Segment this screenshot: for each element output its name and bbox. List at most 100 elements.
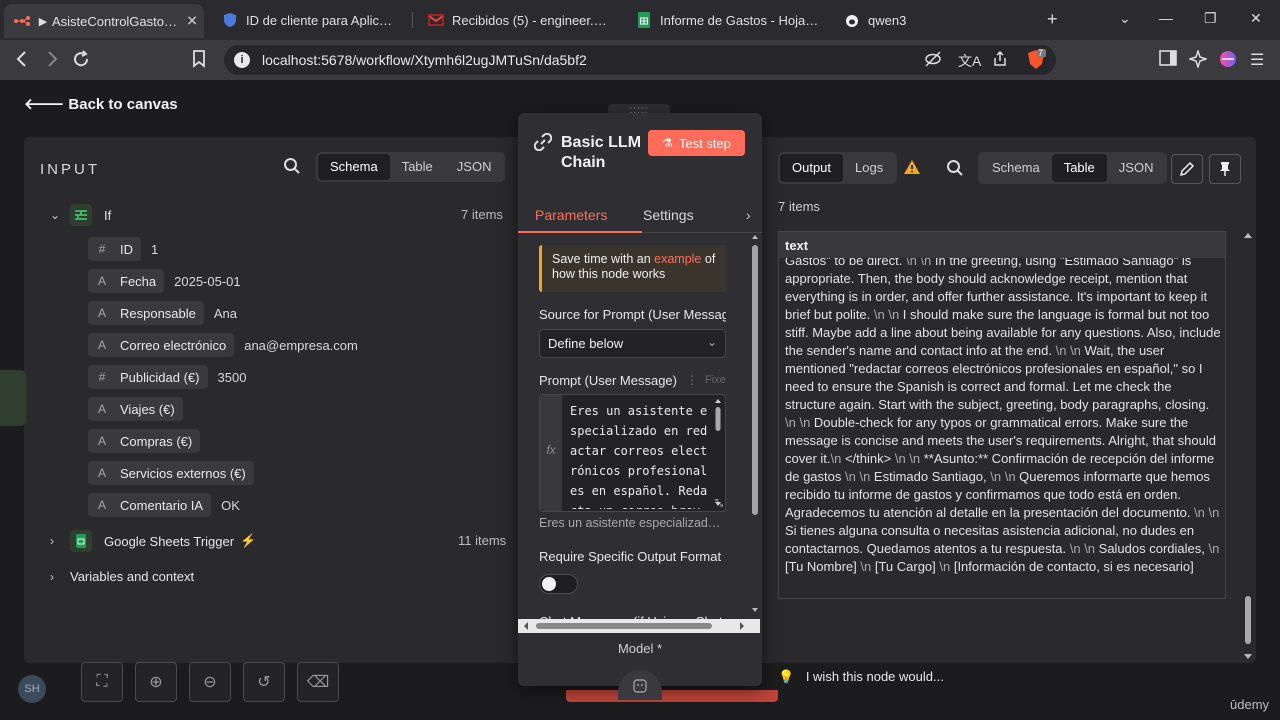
new-tab-icon[interactable]: + <box>1047 9 1058 30</box>
schema-field[interactable]: A Servicios externos (€) <box>88 461 264 485</box>
back-to-canvas-button[interactable]: 🡐 Back to canvas <box>24 94 178 113</box>
tip-text: Save time with an <box>552 252 655 266</box>
field-pill[interactable]: A Compras (€) <box>88 429 201 453</box>
eye-off-icon[interactable] <box>924 51 942 71</box>
minimize-icon[interactable]: — <box>1159 10 1173 26</box>
parameters-hscroll[interactable] <box>518 619 760 633</box>
input-view-table[interactable]: Table <box>390 154 445 180</box>
string-type-icon: A <box>97 498 106 512</box>
field-value: Ana <box>213 305 238 321</box>
bolt-icon: ⚡ <box>240 533 257 548</box>
output-view-json[interactable]: JSON <box>1107 154 1166 182</box>
tidy-up-button[interactable]: ⌫ <box>297 662 339 702</box>
kebab-icon[interactable]: ⋮ <box>686 373 698 387</box>
input-view-schema[interactable]: Schema <box>318 154 390 180</box>
execute-workflow-button[interactable] <box>566 690 778 702</box>
tab-parameters[interactable]: Parameters <box>535 207 607 223</box>
translate-icon[interactable]: 文A <box>958 51 981 71</box>
fixed-toggle[interactable]: Fixe <box>705 374 726 386</box>
variables-context-row[interactable]: › Variables and context <box>50 569 194 584</box>
tab-qwen[interactable]: qwen3 <box>844 6 994 34</box>
bookmark-icon[interactable] <box>192 50 206 73</box>
tab-settings[interactable]: Settings <box>643 207 694 223</box>
output-view-schema[interactable]: Schema <box>980 154 1052 182</box>
if-node-row[interactable]: ⌄ If <box>50 204 111 226</box>
tab-output[interactable]: Output <box>780 154 844 182</box>
number-type-icon: # <box>98 242 106 256</box>
prompt-scrollbar[interactable] <box>714 398 722 508</box>
sheets-trigger-row[interactable]: › Google Sheets Trigger ⚡ <box>50 530 256 552</box>
tab-sheets[interactable]: Informe de Gastos - Hojas de <box>636 6 826 34</box>
sidebar-toggle-icon[interactable] <box>1159 50 1177 71</box>
schema-field[interactable]: # ID 1 <box>88 237 158 261</box>
field-pill[interactable]: A Comentario IA <box>88 493 212 517</box>
zoom-out-button[interactable]: ⊖ <box>189 662 231 702</box>
edit-output-button[interactable] <box>1171 154 1203 184</box>
field-pill[interactable]: # Publicidad (€) <box>88 365 208 389</box>
expand-icon[interactable]: ⤡ <box>715 498 723 509</box>
cell-text-segment: [Tu Cargo] <box>871 559 940 574</box>
field-pill[interactable]: A Correo electrónico <box>88 333 235 357</box>
field-pill[interactable]: A Servicios externos (€) <box>88 461 254 485</box>
test-step-button[interactable]: ⚗ Test step <box>648 130 745 156</box>
output-search-icon[interactable] <box>946 159 964 182</box>
menu-icon[interactable]: ☰ <box>1250 50 1264 70</box>
forward-arrow-icon[interactable] <box>44 50 60 73</box>
input-view-json[interactable]: JSON <box>445 154 504 180</box>
reload-icon[interactable] <box>72 50 90 73</box>
field-name: Viajes (€) <box>120 401 175 417</box>
expression-fx-icon: fx <box>540 395 562 511</box>
test-step-label: Test step <box>678 135 731 151</box>
field-pill[interactable]: A Fecha <box>88 269 165 293</box>
search-icon[interactable] <box>283 157 303 177</box>
example-link[interactable]: example <box>654 252 701 266</box>
back-arrow-icon[interactable] <box>14 50 30 73</box>
field-pill[interactable]: A Viajes (€) <box>88 397 183 421</box>
window-close-icon[interactable]: ✕ <box>1250 10 1262 27</box>
tab-gmail[interactable]: Recibidos (5) - engineer.educ <box>428 6 618 34</box>
share-icon[interactable] <box>992 50 1008 71</box>
schema-field[interactable]: A Viajes (€) <box>88 397 193 421</box>
column-header-text: text <box>779 232 1225 258</box>
site-info-icon[interactable]: i <box>234 52 250 68</box>
pin-output-button[interactable] <box>1209 154 1241 184</box>
tab-n8n[interactable]: ▶ AsisteControlGastos - n8n ✕ <box>4 4 204 38</box>
source-prompt-select[interactable]: Define below ⌄ <box>539 329 726 358</box>
avatar[interactable]: SH <box>18 675 46 703</box>
feedback-link[interactable]: 💡 I wish this node would... <box>778 669 944 685</box>
restore-icon[interactable]: ❐ <box>1204 10 1217 27</box>
zoom-in-button[interactable]: ⊕ <box>135 662 177 702</box>
schema-field[interactable]: A Fecha 2025-05-01 <box>88 269 241 293</box>
prompt-input[interactable]: fx Eres un asistente especializado en re… <box>539 394 726 512</box>
string-type-icon: A <box>97 306 106 320</box>
sheets-node-icon <box>70 530 92 552</box>
source-prompt-value: Define below <box>548 336 624 351</box>
input-view-switcher: Schema Table JSON <box>316 152 506 182</box>
schema-field[interactable]: A Responsable Ana <box>88 301 237 325</box>
field-pill[interactable]: # ID <box>88 237 141 261</box>
tab-google-cloud[interactable]: ID de cliente para Aplicación web <box>222 6 402 34</box>
chevron-right-icon[interactable]: › <box>746 207 751 223</box>
tab-logs[interactable]: Logs <box>843 154 895 182</box>
field-pill[interactable]: A Responsable <box>88 301 204 325</box>
require-format-toggle[interactable] <box>539 574 578 594</box>
schema-field[interactable]: A Correo electrónico ana@empresa.com <box>88 333 358 357</box>
reset-zoom-button[interactable]: ↺ <box>243 662 285 702</box>
tab-list-chevron-icon[interactable]: ⌄ <box>1119 10 1131 27</box>
schema-field[interactable]: A Comentario IA OK <box>88 493 240 517</box>
udemy-watermark: ūdemy <box>1230 697 1270 712</box>
zoom-to-fit-button[interactable]: ⛶ <box>81 662 123 702</box>
parameters-vscroll[interactable] <box>750 233 760 618</box>
output-scrollbar[interactable] <box>1241 231 1255 661</box>
cell-text-segment: [Tu Nombre] <box>785 559 861 574</box>
field-value: OK <box>221 497 240 513</box>
output-view-table[interactable]: Table <box>1051 154 1107 182</box>
model-connector[interactable] <box>618 670 662 700</box>
wallet-icon[interactable] <box>1219 50 1237 73</box>
close-icon[interactable]: ✕ <box>186 13 198 30</box>
schema-field[interactable]: A Compras (€) <box>88 429 210 453</box>
arrow-left-icon: 🡐 <box>24 96 65 113</box>
schema-field[interactable]: # Publicidad (€) 3500 <box>88 365 246 389</box>
address-bar[interactable]: i localhost:5678/workflow/Xtymh6l2ugJMTu… <box>224 45 1056 75</box>
leo-ai-icon[interactable] <box>1187 48 1209 73</box>
